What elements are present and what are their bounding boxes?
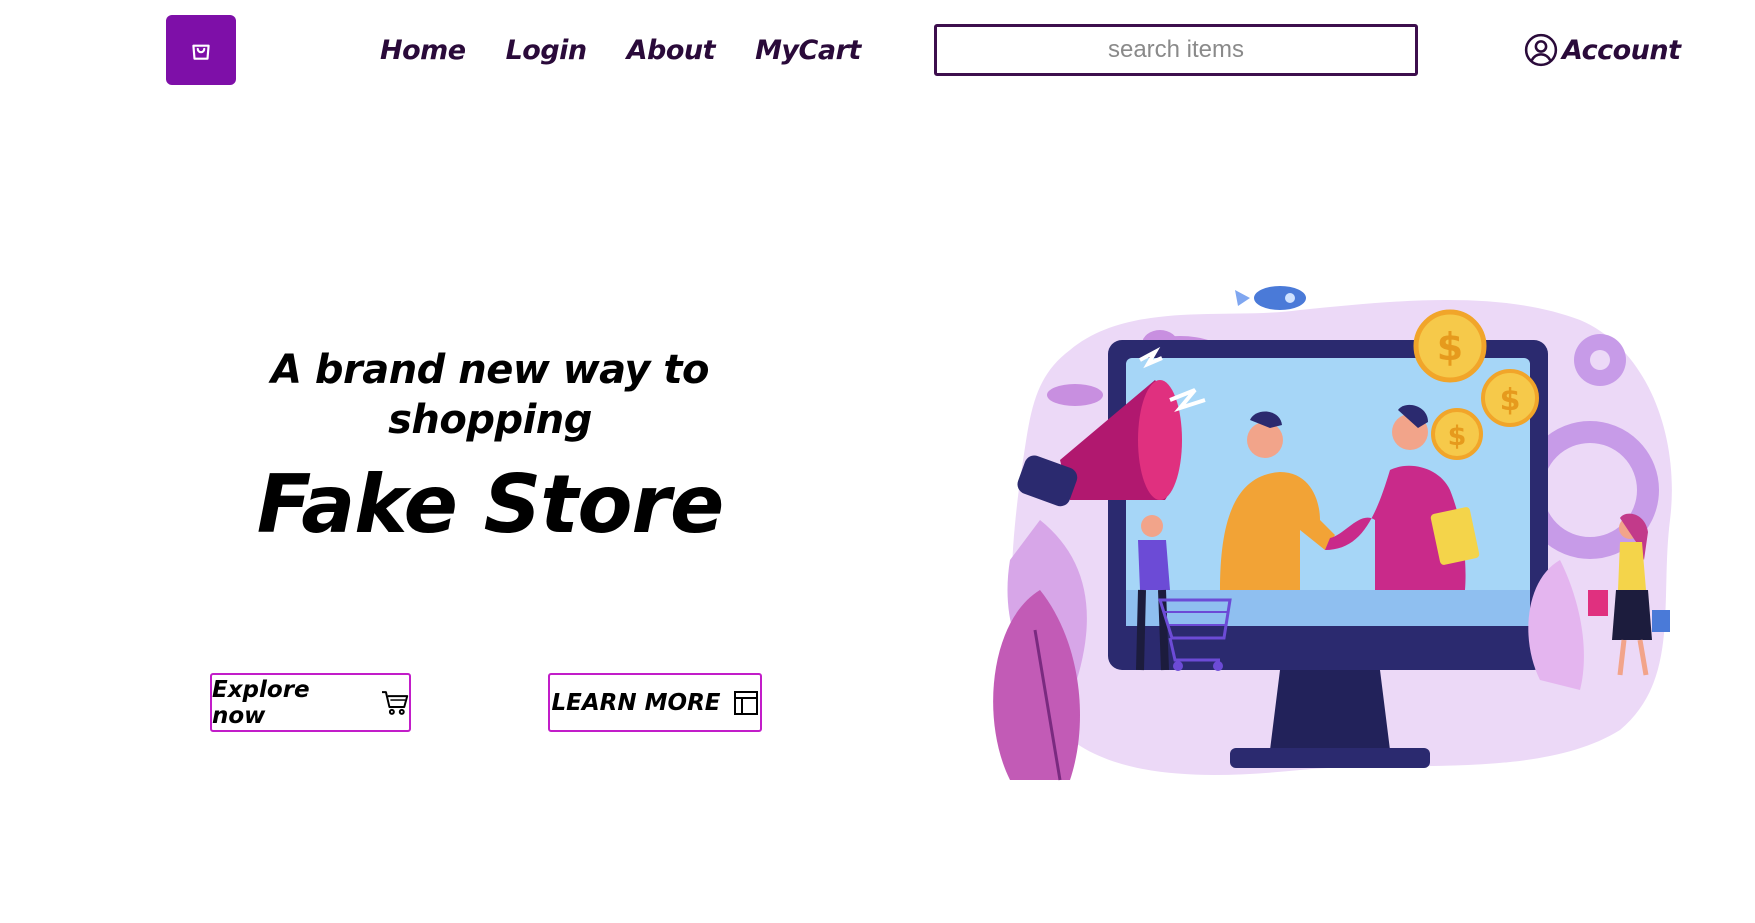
account-link[interactable]: Account: [1524, 30, 1681, 70]
nav-home[interactable]: Home: [380, 35, 466, 66]
explore-now-button[interactable]: Explore now: [210, 673, 411, 732]
rocket-icon: [1235, 286, 1306, 310]
store-name: Fake Store: [256, 458, 724, 551]
shopping-bag-icon: [192, 44, 210, 60]
nav-about[interactable]: About: [627, 35, 716, 66]
coin-icon: $: [1413, 309, 1487, 383]
online-shopping-illustration: $ $ $: [993, 286, 1672, 781]
main-nav: Home Login About MyCart: [380, 30, 901, 70]
nav-mycart[interactable]: MyCart: [755, 35, 861, 66]
svg-text:$: $: [1500, 383, 1521, 418]
coin-icon: $: [1431, 408, 1483, 460]
user-circle-icon: [1524, 33, 1558, 67]
layout-icon: [733, 690, 758, 715]
svg-text:$: $: [1448, 421, 1467, 452]
learn-more-button[interactable]: LEARN MORE: [548, 673, 762, 732]
gear-icon: [1574, 334, 1626, 386]
svg-text:$: $: [1437, 325, 1463, 369]
cart-icon: [382, 690, 409, 715]
logo[interactable]: [166, 15, 236, 85]
hero-text: A brand new way to shopping Fake Store: [220, 345, 760, 555]
hero-tagline: A brand new way to shopping: [270, 347, 710, 443]
account-label: Account: [1562, 34, 1681, 66]
explore-now-label: Explore now: [212, 676, 310, 729]
search-input[interactable]: [934, 24, 1418, 76]
cloud-icon: [1047, 384, 1103, 406]
nav-login[interactable]: Login: [506, 35, 588, 66]
coin-icon: $: [1481, 369, 1539, 427]
learn-more-label: LEARN MORE: [551, 689, 721, 716]
